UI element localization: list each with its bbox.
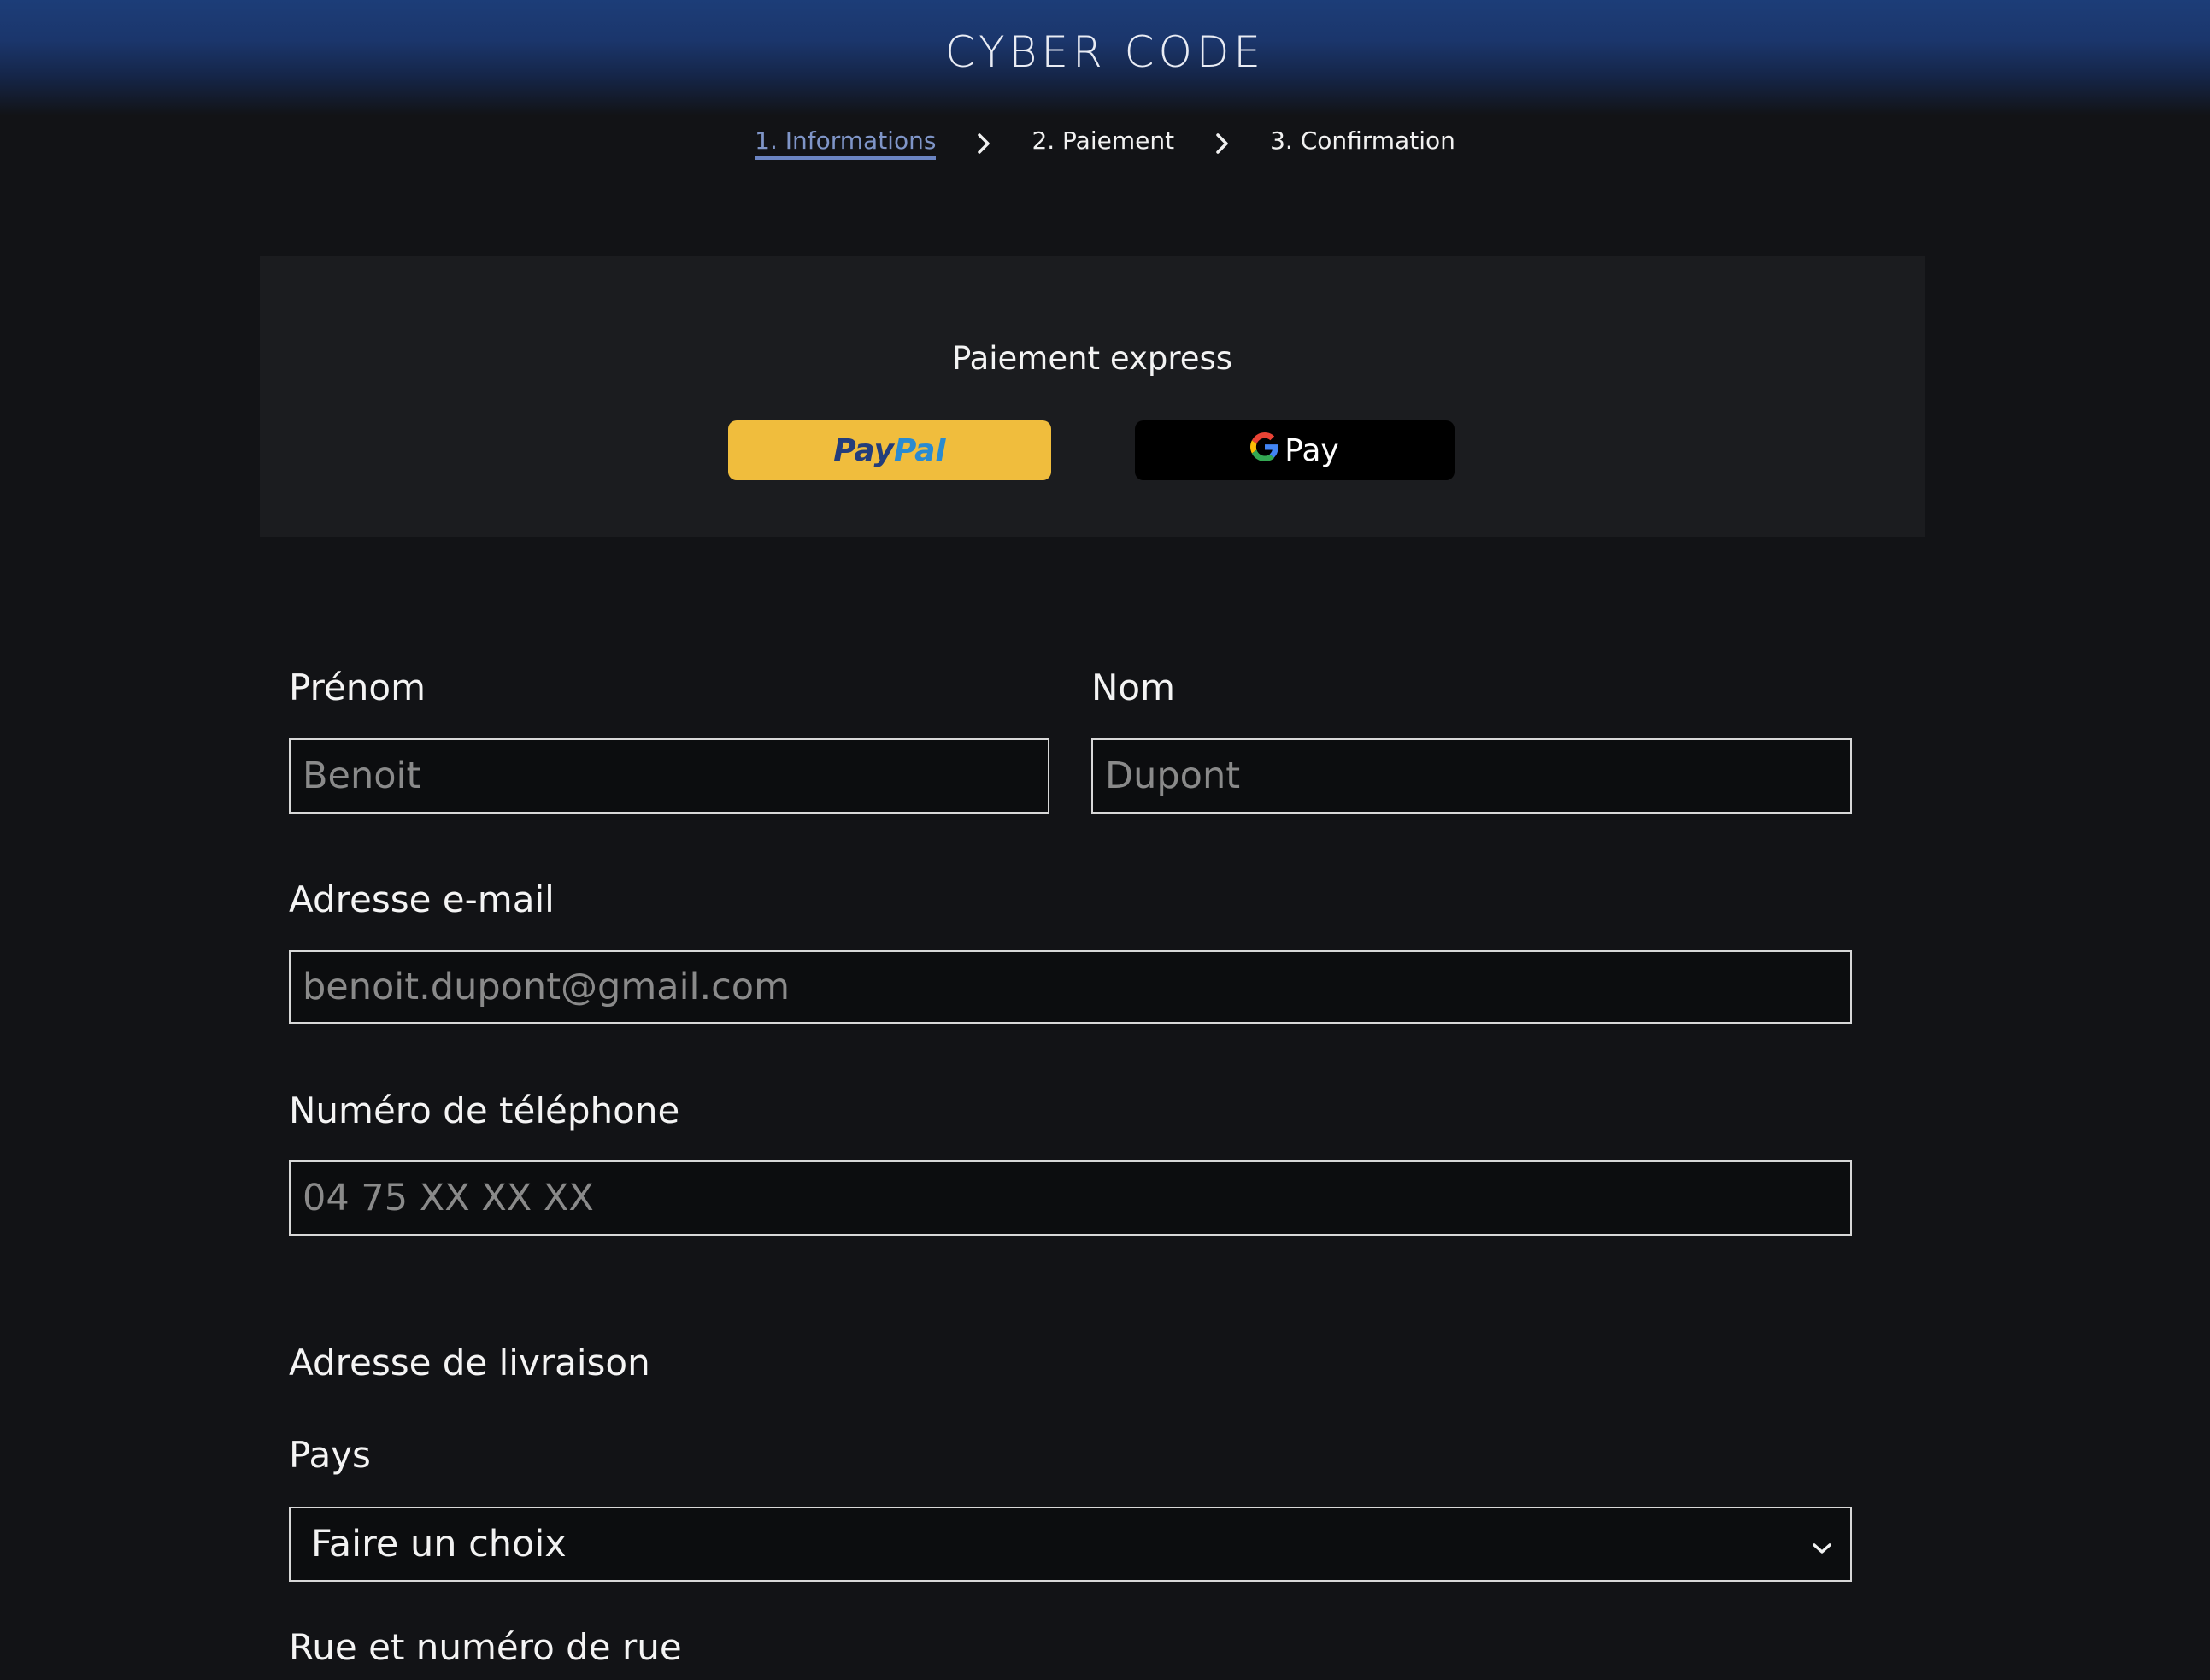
last-name-input[interactable] [1105,755,1850,797]
step-informations[interactable]: 1. Informations [755,126,937,160]
street-label: Rue et numéro de rue [289,1626,682,1668]
shipping-address-heading: Adresse de livraison [289,1342,650,1383]
country-label: Pays [289,1434,371,1476]
paypal-logo-pay: Pay [833,432,894,468]
header: CYBER CODE [0,0,2210,115]
last-name-field[interactable] [1091,738,1852,814]
email-label: Adresse e-mail [289,878,555,920]
phone-field[interactable] [289,1160,1852,1236]
express-payment-section: Paiement express Pay Pal Pay [260,256,1925,537]
chevron-right-icon [1212,131,1232,156]
google-pay-button[interactable]: Pay [1135,420,1455,480]
step-paiement[interactable]: 2. Paiement [1032,126,1174,160]
phone-input[interactable] [303,1177,1850,1219]
first-name-field[interactable] [289,738,1049,814]
paypal-button[interactable]: Pay Pal [728,420,1051,480]
country-select-value: Faire un choix [311,1523,567,1565]
email-field[interactable] [289,950,1852,1024]
express-payment-title: Paiement express [951,340,1233,377]
paypal-logo-pal: Pal [894,432,946,468]
chevron-right-icon [973,131,994,156]
google-pay-label: Pay [1284,432,1339,468]
phone-label: Numéro de téléphone [289,1090,680,1131]
checkout-steps: 1. Informations 2. Paiement 3. Confirmat… [0,126,2210,160]
email-input[interactable] [303,966,1850,1008]
first-name-input[interactable] [303,755,1048,797]
checkout-page: CYBER CODE 1. Informations 2. Paiement 3… [0,0,2210,1680]
google-g-icon [1250,432,1284,469]
chevron-down-icon [1811,1523,1833,1565]
step-confirmation[interactable]: 3. Confirmation [1270,126,1455,160]
last-name-label: Nom [1091,667,1176,708]
country-select[interactable]: Faire un choix [289,1507,1852,1582]
first-name-label: Prénom [289,667,426,708]
brand-logo[interactable]: CYBER CODE [0,27,2210,77]
